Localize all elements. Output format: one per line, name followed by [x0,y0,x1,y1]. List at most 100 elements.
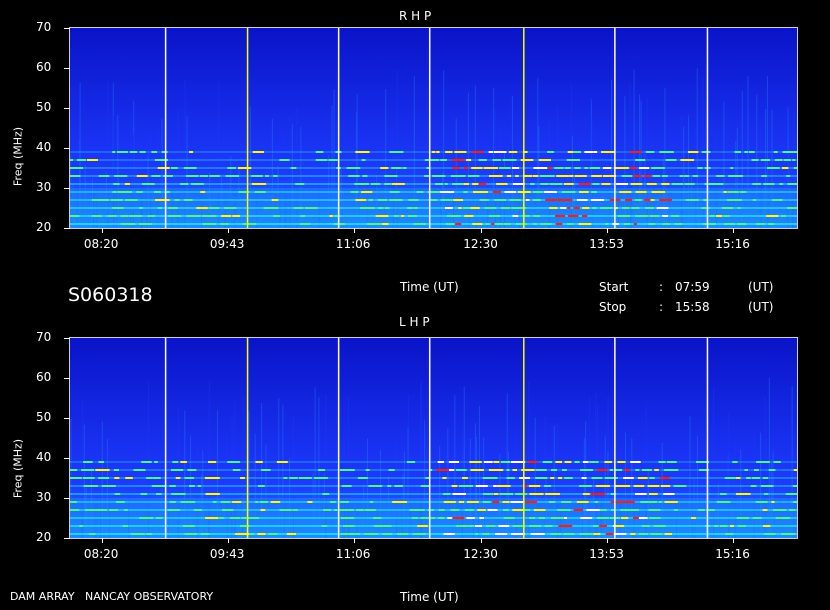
emission-segment [471,151,484,153]
emission-segment [463,167,469,169]
emission-segment [680,159,695,161]
y-tick-label: 30 [36,180,52,194]
emission-segment [298,477,312,479]
start-label: Start [599,280,629,294]
emission-segment [468,525,474,527]
emission-segment [202,223,217,225]
emission-segment [130,533,145,535]
emission-segment [640,501,649,503]
emission-segment [581,477,587,479]
emission-segment [567,151,574,153]
emission-segment [499,493,514,495]
emission-segment [212,501,217,503]
emission-segment [584,151,598,153]
x-tick-label: 12:30 [463,547,498,561]
emission-segment [151,175,161,177]
emission-segment [141,183,155,185]
y-tick-label: 50 [36,410,52,424]
emission-segment [355,151,370,153]
emission-segment [470,469,484,471]
emission-segment [701,151,711,153]
emission-segment [558,477,563,479]
emission-segment [601,183,611,185]
emission-segment [170,469,184,471]
emission-segment [664,533,673,535]
y-tick-label: 50 [36,100,52,114]
emission-segment [355,533,360,535]
y-tick-label: 40 [36,140,52,154]
emission-segment [532,223,538,225]
emission-segment [504,191,517,193]
emission-segment [645,207,654,209]
emission-segment [545,199,558,201]
emission-segment [649,517,661,519]
emission-segment [388,469,395,471]
emission-segment [561,191,576,193]
y-tick-mark [64,188,70,189]
emission-segment [543,191,557,193]
emission-segment [161,151,168,153]
emission-segment [408,199,419,201]
emission-segment [704,183,718,185]
emission-segment [793,167,797,169]
emission-segment [70,215,80,217]
emission-segment [763,183,775,185]
emission-segment [623,477,634,479]
emission-segment [413,207,418,209]
emission-segment [169,501,176,503]
y-tick-label: 30 [36,490,52,504]
emission-segment [356,509,364,511]
spectrogram-rhp [70,28,797,228]
emission-segment [623,469,630,471]
y-axis-label-rhp: Freq (MHz) [11,126,25,187]
emission-segment [604,477,618,479]
emission-segment [525,501,537,503]
emission-segment [750,485,757,487]
emission-segment [528,485,541,487]
emission-segment [139,207,143,209]
emission-segment [502,159,517,161]
emission-segment [730,167,734,169]
emission-segment [691,517,696,519]
emission-segment [584,167,589,169]
emission-segment [768,469,776,471]
emission-segment [472,191,488,193]
emission-segment [140,493,148,495]
emission-segment [146,477,153,479]
emission-segment [730,525,734,527]
emission-segment [340,501,349,503]
emission-segment [157,167,170,169]
emission-segment [630,167,637,169]
emission-segment [435,183,443,185]
emission-segment [602,167,612,169]
emission-segment [151,485,167,487]
emission-segment [550,517,564,519]
emission-segment [174,199,180,201]
emission-segment [488,151,494,153]
emission-segment [635,159,646,161]
emission-segment [630,533,636,535]
emission-segment [641,525,650,527]
emission-segment [416,191,424,193]
y-axis-label-lhp: Freq (MHz) [11,438,25,499]
emission-segment [355,199,367,201]
emission-segment [648,223,656,225]
emission-segment [592,207,597,209]
emission-segment [407,207,413,209]
emission-segment [154,191,161,193]
emission-segment [510,501,524,503]
emission-segment [396,533,409,535]
emission-segment [594,501,599,503]
emission-segment [785,493,797,495]
emission-segment [719,525,728,527]
emission-segment [273,215,280,217]
emission-segment [180,461,187,463]
emission-segment [519,477,531,479]
emission-segment [346,167,361,169]
emission-segment [651,191,666,193]
emission-segment [440,159,447,161]
emission-segment [612,223,620,225]
session-id: S060318 [68,284,153,306]
emission-segment [451,159,465,161]
emission-segment [204,477,220,479]
